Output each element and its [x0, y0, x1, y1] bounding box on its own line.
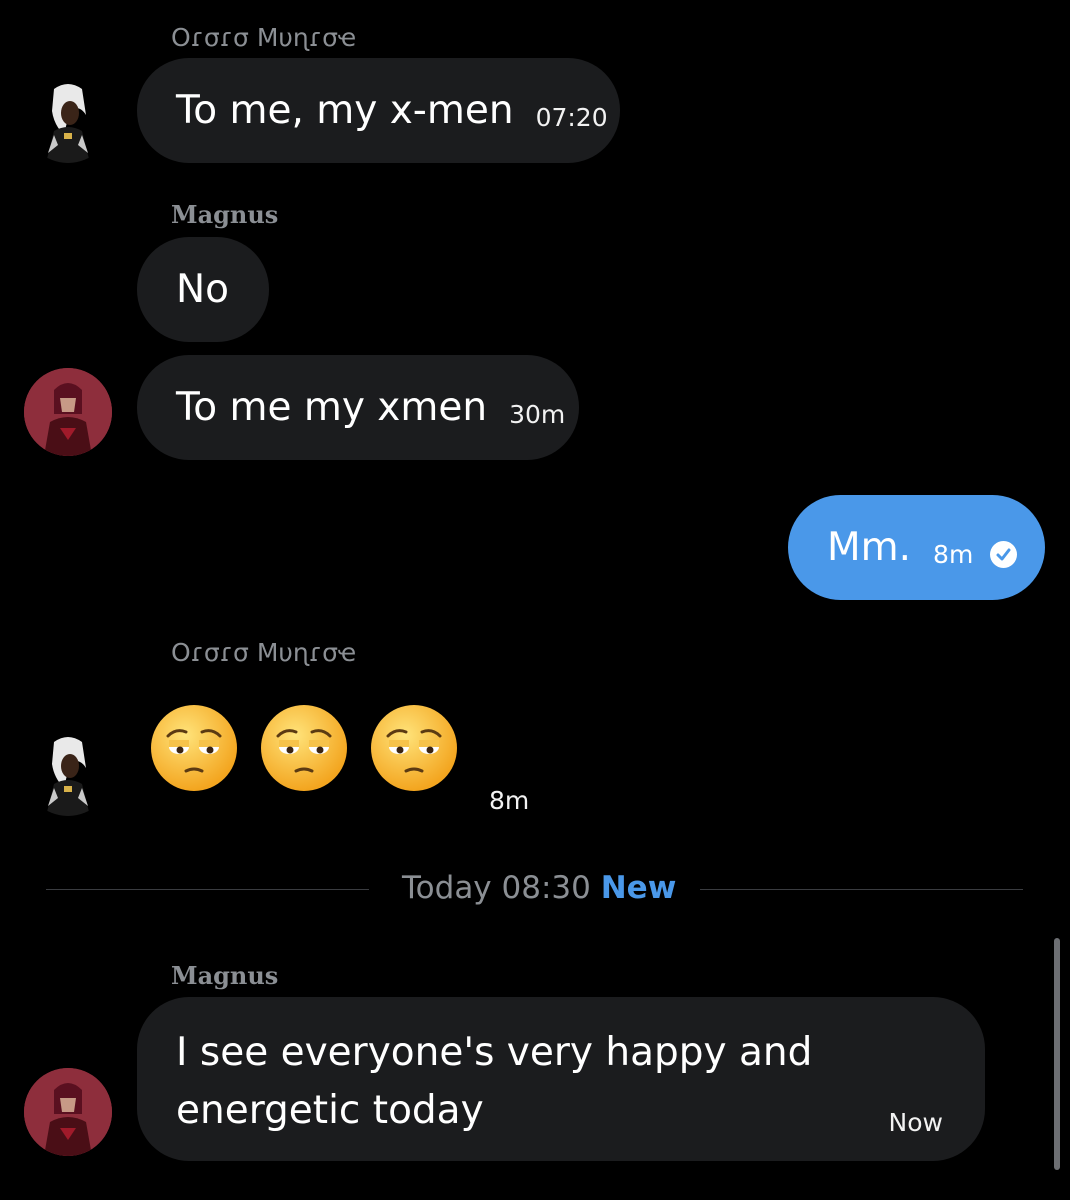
message-bubble[interactable]: To me, my x-men 07:20: [137, 58, 620, 163]
avatar-storm[interactable]: [24, 75, 112, 163]
scrollbar[interactable]: [1054, 938, 1060, 1170]
magneto-avatar-image: [24, 1068, 112, 1156]
message-bubble[interactable]: To me my xmen 30m: [137, 355, 579, 460]
message-text: To me my xmen: [176, 385, 488, 430]
avatar-storm[interactable]: [24, 728, 112, 816]
storm-avatar-image: [24, 728, 112, 816]
message-time: 8m: [489, 786, 530, 815]
message-bubble[interactable]: No: [137, 237, 269, 342]
emoji-message[interactable]: [150, 704, 458, 792]
divider-date: Today 08:30: [402, 870, 591, 906]
avatar-magnus[interactable]: [24, 1068, 112, 1156]
sender-name: Magnus: [171, 961, 279, 990]
avatar-magnus[interactable]: [24, 368, 112, 456]
message-text: No: [176, 267, 230, 312]
sender-name: Oɾσɾσ Mυɳɾσҽ: [171, 638, 357, 667]
new-badge: New: [600, 870, 677, 906]
storm-avatar-image: [24, 75, 112, 163]
read-check-icon: [990, 541, 1018, 568]
message-time: 30m: [509, 400, 566, 429]
message-bubble[interactable]: I see everyone's very happy and energeti…: [137, 997, 985, 1161]
message-text: To me, my x-men: [176, 88, 514, 133]
message-time: Now: [888, 1108, 943, 1137]
message-text: Mm.: [827, 525, 912, 570]
outgoing-message-bubble[interactable]: Mm. 8m: [788, 495, 1045, 600]
pensive-face-emoji-icon: [371, 705, 457, 791]
message-time: 07:20: [535, 103, 608, 132]
pensive-face-emoji-icon: [151, 705, 237, 791]
divider-line-right: [700, 889, 1023, 890]
sender-name: Oɾσɾσ Mυɳɾσҽ: [171, 23, 357, 52]
divider-line-left: [46, 889, 369, 890]
sender-name: Magnus: [171, 200, 279, 229]
magneto-avatar-image: [24, 368, 112, 456]
new-messages-divider: Today 08:30 New: [402, 870, 676, 906]
message-text: I see everyone's very happy and energeti…: [176, 1030, 813, 1133]
message-time: 8m: [933, 540, 974, 569]
pensive-face-emoji-icon: [261, 705, 347, 791]
